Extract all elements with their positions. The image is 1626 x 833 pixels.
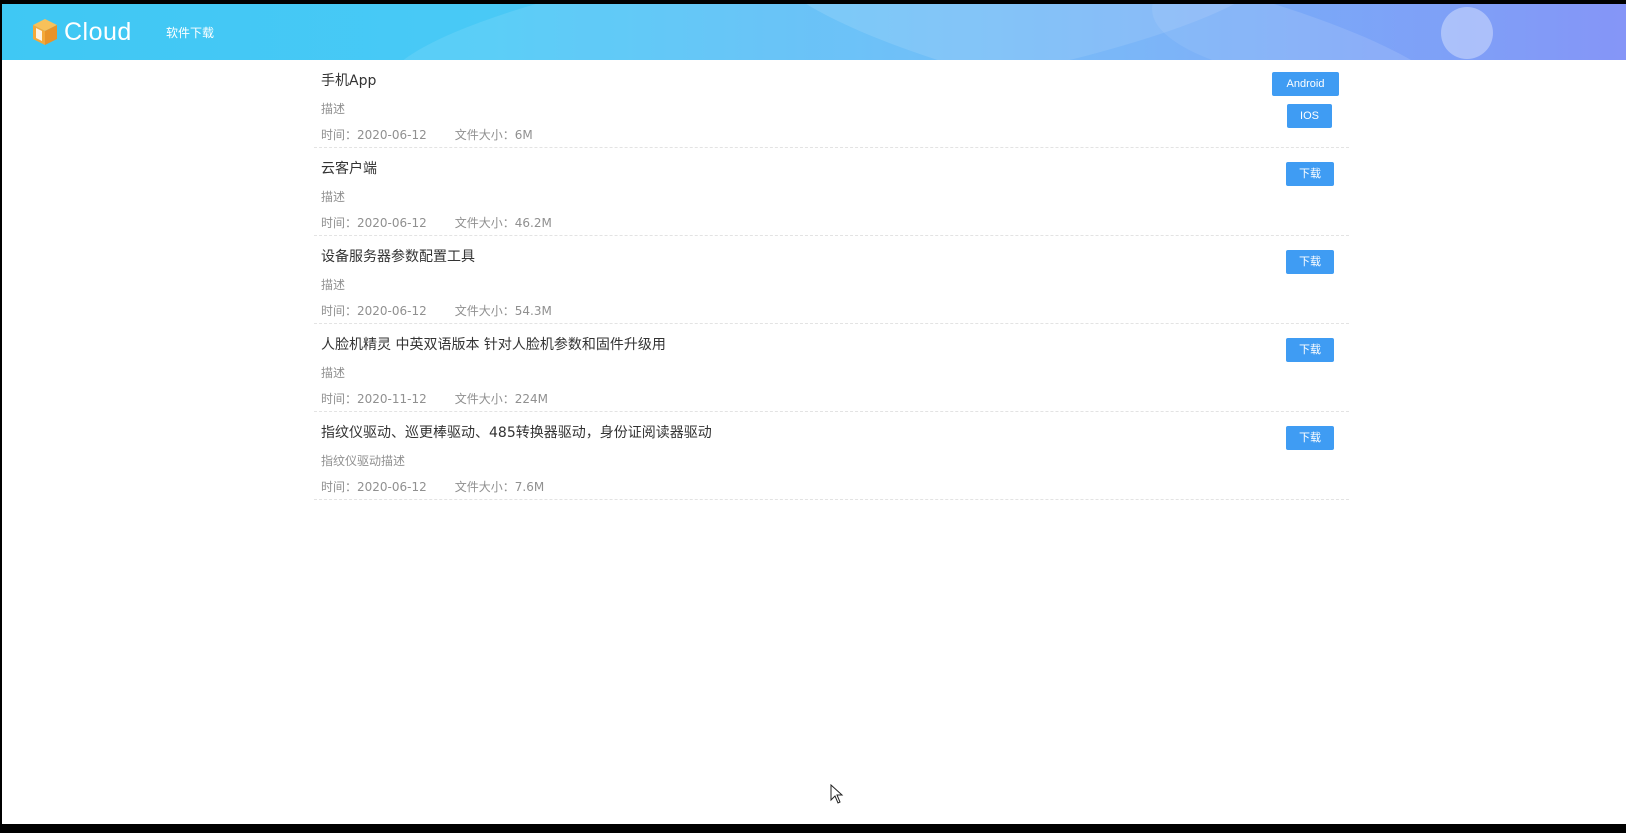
item-description: 指纹仪驱动描述: [321, 454, 406, 468]
item-time: 时间：2020-06-12: [321, 128, 427, 142]
item-size: 文件大小：54.3M: [454, 304, 552, 318]
logo[interactable]: Cloud: [30, 16, 132, 48]
list-item: 设备服务器参数配置工具 描述 时间：2020-06-12 文件大小：54.3M 下…: [314, 236, 1349, 324]
android-download-button[interactable]: Android: [1272, 72, 1339, 96]
item-meta: 时间：2020-06-12 文件大小：46.2M: [321, 214, 552, 231]
download-button[interactable]: 下载: [1286, 338, 1334, 362]
item-description: 描述: [321, 190, 346, 204]
list-item: 云客户端 描述 时间：2020-06-12 文件大小：46.2M 下载: [314, 148, 1349, 236]
item-size: 文件大小：6M: [454, 128, 533, 142]
mouse-pointer-icon: [830, 783, 844, 804]
item-description: 描述: [321, 102, 346, 116]
download-list: 手机App 描述 时间：2020-06-12 文件大小：6M Android IO…: [314, 60, 1349, 500]
item-size: 文件大小：7.6M: [454, 480, 545, 494]
download-button[interactable]: 下载: [1286, 250, 1334, 274]
item-size: 文件大小：46.2M: [454, 216, 552, 230]
item-meta: 时间：2020-11-12 文件大小：224M: [321, 390, 548, 407]
download-button[interactable]: 下载: [1286, 162, 1334, 186]
cube-logo-icon: [30, 17, 60, 47]
item-description: 描述: [321, 278, 346, 292]
item-title: 手机App: [321, 73, 377, 89]
list-item: 人脸机精灵 中英双语版本 针对人脸机参数和固件升级用 描述 时间：2020-11…: [314, 324, 1349, 412]
page: Cloud 软件下载 手机App 描述 时间：2020-06-12 文件大小：6M…: [2, 4, 1626, 824]
item-meta: 时间：2020-06-12 文件大小：54.3M: [321, 302, 552, 319]
item-title: 设备服务器参数配置工具: [321, 249, 475, 265]
nav-software-download[interactable]: 软件下载: [166, 24, 214, 41]
item-size: 文件大小：224M: [454, 392, 549, 406]
avatar[interactable]: [1441, 7, 1493, 59]
item-meta: 时间：2020-06-12 文件大小：6M: [321, 126, 533, 143]
ios-download-button[interactable]: IOS: [1287, 104, 1332, 128]
item-title: 云客户端: [321, 161, 377, 177]
item-time: 时间：2020-06-12: [321, 304, 427, 318]
item-meta: 时间：2020-06-12 文件大小：7.6M: [321, 478, 544, 495]
header-wave-decoration: [1152, 4, 1626, 60]
top-header: Cloud 软件下载: [2, 4, 1626, 60]
item-time: 时间：2020-06-12: [321, 216, 427, 230]
list-item: 手机App 描述 时间：2020-06-12 文件大小：6M Android IO…: [314, 60, 1349, 148]
item-time: 时间：2020-06-12: [321, 480, 427, 494]
list-item: 指纹仪驱动、巡更棒驱动、485转换器驱动，身份证阅读器驱动 指纹仪驱动描述 时间…: [314, 412, 1349, 500]
item-description: 描述: [321, 366, 346, 380]
item-time: 时间：2020-11-12: [321, 392, 427, 406]
download-button[interactable]: 下载: [1286, 426, 1334, 450]
item-title: 指纹仪驱动、巡更棒驱动、485转换器驱动，身份证阅读器驱动: [321, 425, 712, 441]
item-title: 人脸机精灵 中英双语版本 针对人脸机参数和固件升级用: [321, 337, 666, 353]
logo-text: Cloud: [64, 17, 132, 46]
